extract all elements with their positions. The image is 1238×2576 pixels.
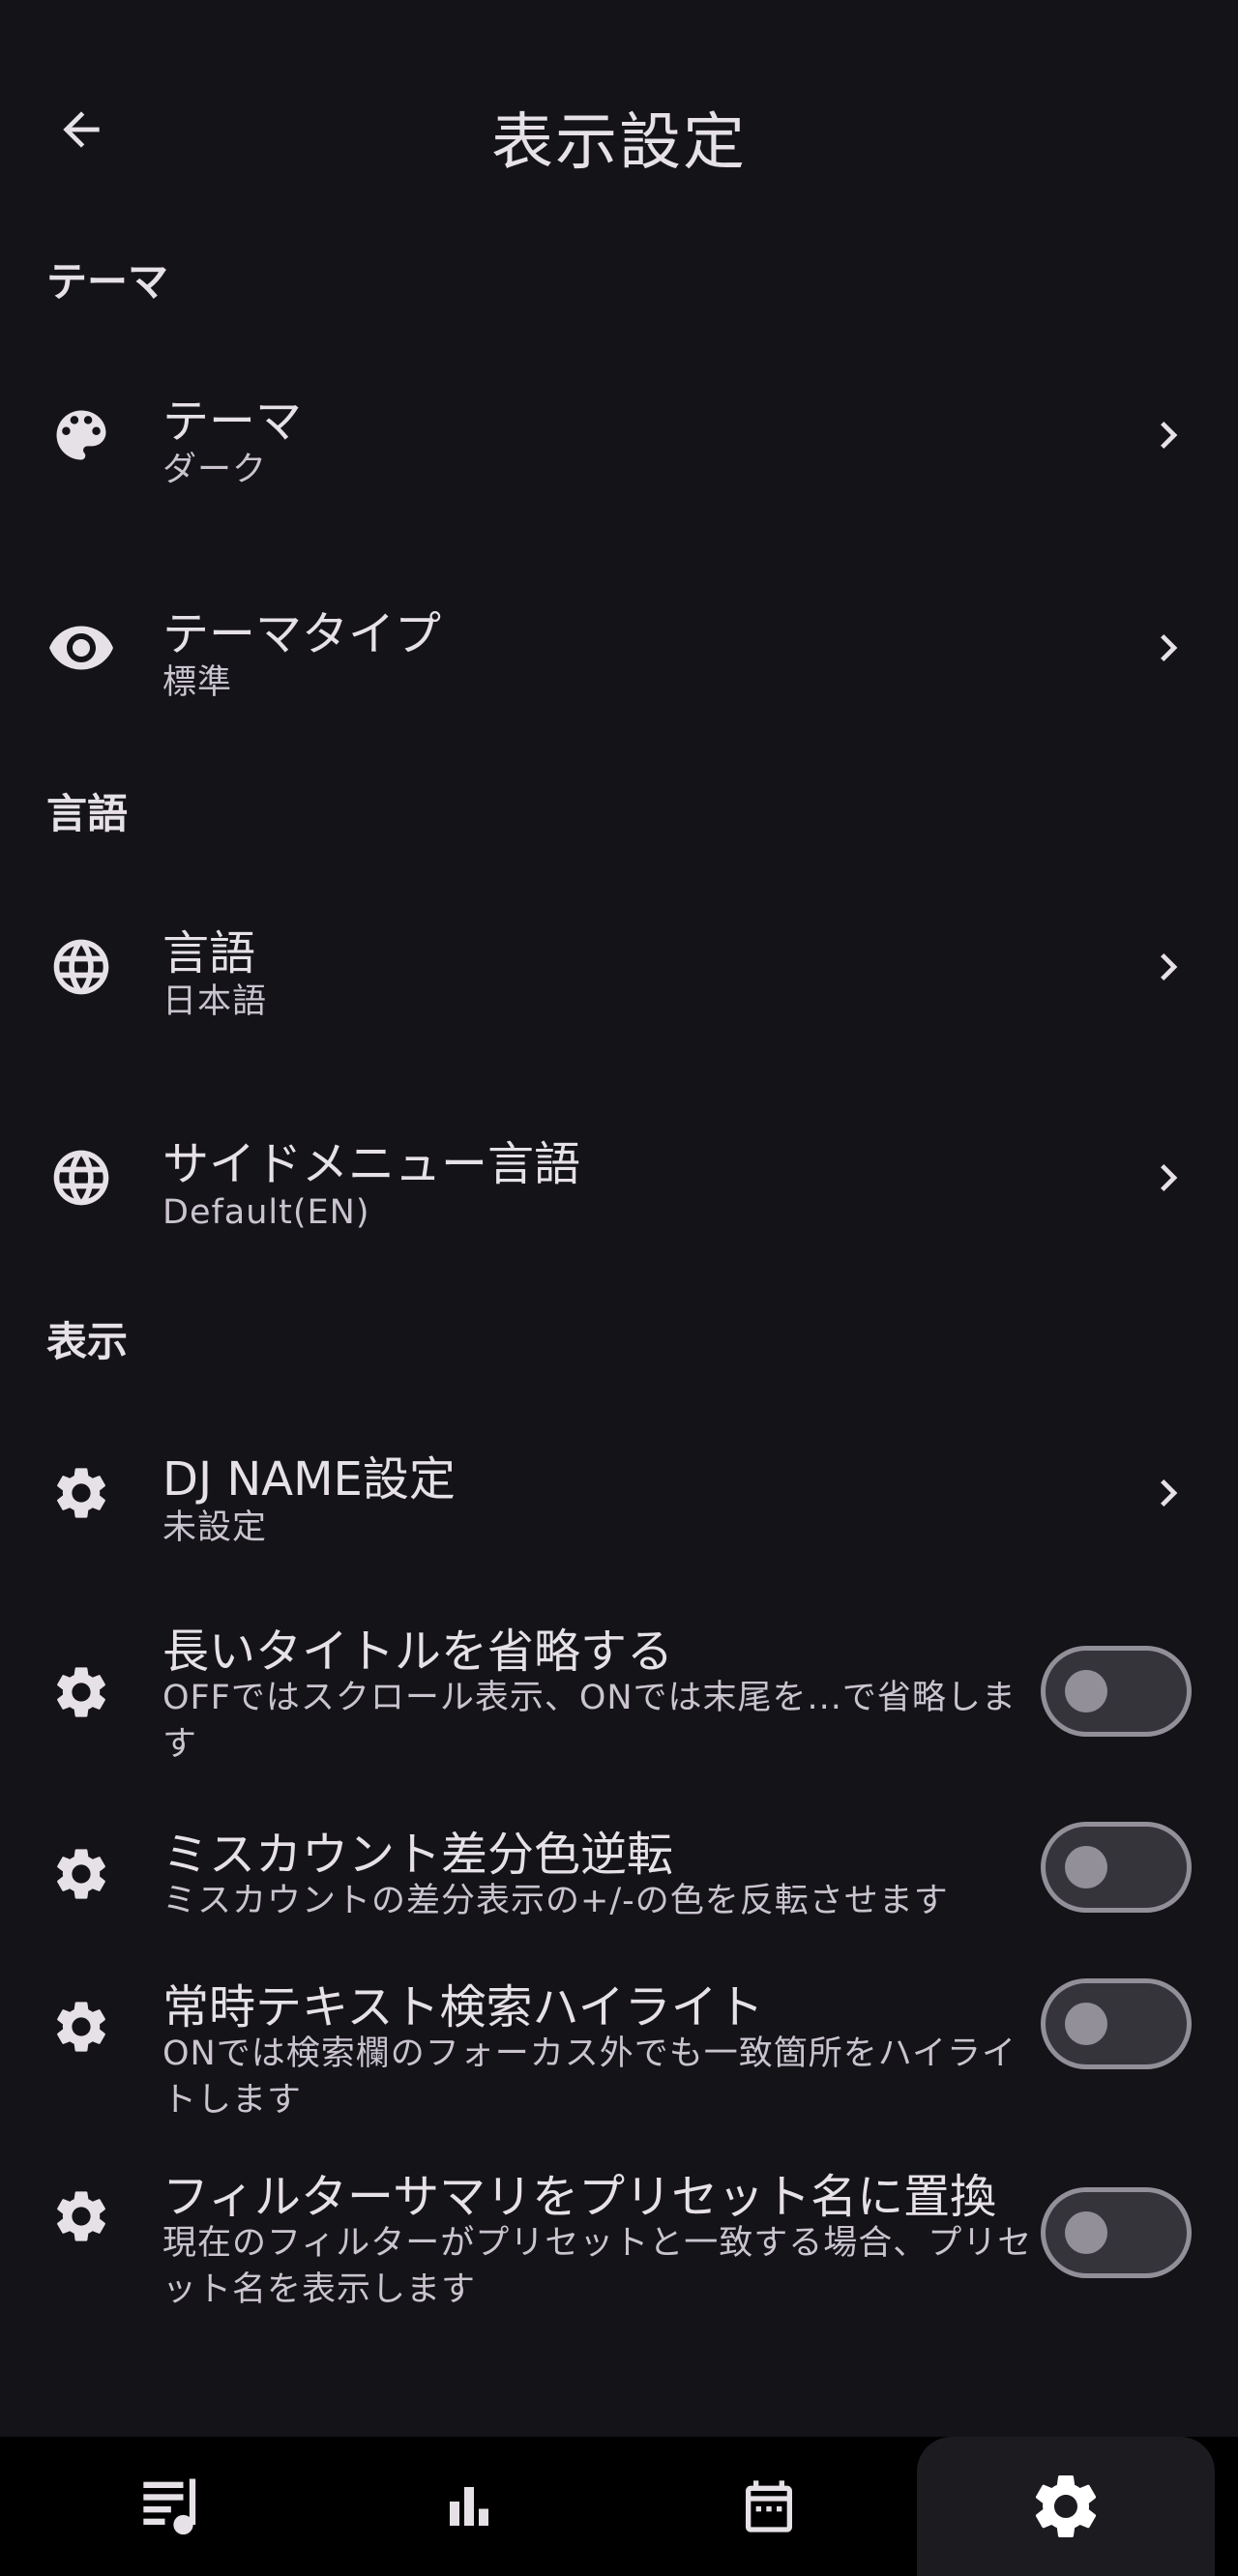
chevron-right-icon (1141, 940, 1195, 994)
gear-icon (1035, 2475, 1097, 2537)
setting-row-side-menu-language[interactable]: サイドメニュー言語 Default(EN) (0, 1110, 1238, 1245)
chevron-right-icon (1141, 408, 1195, 462)
toggle-knob (1065, 1670, 1107, 1712)
setting-title: 長いタイトルを省略する (162, 1625, 674, 1679)
setting-subtitle: ダーク (162, 451, 268, 489)
section-header-language: 言語 (46, 790, 129, 837)
gear-icon (46, 1839, 116, 1909)
nav-item-calendar[interactable] (672, 2437, 866, 2576)
app-bar: 表示設定 (0, 0, 1238, 261)
toggle-knob (1065, 2003, 1107, 2045)
section-header-theme: テーマ (46, 258, 169, 306)
setting-title: テーマ (162, 395, 303, 449)
search-highlight-toggle[interactable] (1041, 1978, 1192, 2069)
setting-subtitle: 現在のフィルターがプリセットと一致する場合、プリセット名を表示します (162, 2224, 1033, 2309)
gear-icon (46, 1657, 116, 1727)
setting-row-replace-filter-summary[interactable]: フィルターサマリをプリセット名に置換 現在のフィルターがプリセットと一致する場合… (0, 2152, 1238, 2327)
setting-row-dj-name[interactable]: DJ NAME設定 未設定 (0, 1425, 1238, 1561)
setting-row-always-highlight-search[interactable]: 常時テキスト検索ハイライト ONでは検索欄のフォーカス外でも一致箇所をハイライト… (0, 1963, 1238, 2137)
chevron-right-icon (1141, 1466, 1195, 1520)
filter-summary-preset-toggle[interactable] (1041, 2187, 1192, 2278)
toggle-knob (1065, 1846, 1107, 1888)
setting-subtitle: OFFではスクロール表示、ONでは末尾を...で省略します (162, 1679, 1017, 1764)
setting-title: 言語 (162, 926, 256, 981)
setting-subtitle: 日本語 (162, 982, 268, 1021)
bottom-navigation (0, 2437, 1238, 2576)
chevron-right-icon (1141, 621, 1195, 675)
setting-title: フィルターサマリをプリセット名に置換 (162, 2170, 997, 2224)
nav-item-stats[interactable] (372, 2437, 566, 2576)
setting-subtitle: ONでは検索欄のフォーカス外でも一致箇所をハイライトします (162, 2034, 1017, 2120)
setting-subtitle: ミスカウントの差分表示の+/-の色を反転させます (162, 1882, 949, 1920)
gear-icon (46, 1992, 116, 2062)
eye-icon (46, 613, 116, 683)
setting-subtitle: 標準 (162, 663, 233, 702)
toggle-knob (1065, 2211, 1107, 2254)
globe-icon (46, 1143, 116, 1213)
nav-item-music-list[interactable] (77, 2437, 271, 2576)
globe-icon (46, 932, 116, 1002)
setting-row-miss-count-color-invert[interactable]: ミスカウント差分色逆転 ミスカウントの差分表示の+/-の色を反転させます (0, 1810, 1238, 1946)
miss-count-invert-toggle[interactable] (1041, 1822, 1192, 1913)
setting-title: テーマタイプ (162, 607, 442, 661)
nav-item-settings[interactable] (917, 2437, 1215, 2576)
gear-icon (46, 1458, 116, 1528)
setting-row-theme-type[interactable]: テーマタイプ 標準 (0, 580, 1238, 716)
setting-row-ellipsize-long-titles[interactable]: 長いタイトルを省略する OFFではスクロール表示、ONでは末尾を...で省略しま… (0, 1605, 1238, 1779)
page-title: 表示設定 (491, 107, 747, 179)
ellipsize-toggle[interactable] (1041, 1646, 1192, 1737)
setting-title: サイドメニュー言語 (162, 1137, 581, 1191)
palette-icon (46, 400, 116, 470)
section-header-display: 表示 (46, 1318, 129, 1365)
gear-icon (46, 2181, 116, 2251)
setting-title: DJ NAME設定 (162, 1452, 456, 1507)
setting-subtitle: Default(EN) (162, 1193, 370, 1232)
setting-row-theme[interactable]: テーマ ダーク (0, 367, 1238, 503)
bar-chart-icon (450, 2487, 488, 2526)
setting-row-language[interactable]: 言語 日本語 (0, 899, 1238, 1035)
music-list-icon (143, 2478, 196, 2535)
setting-title: 常時テキスト検索ハイライト (162, 1980, 764, 2034)
chevron-right-icon (1141, 1151, 1195, 1205)
calendar-icon (746, 2480, 792, 2532)
setting-subtitle: 未設定 (162, 1508, 268, 1547)
setting-title: ミスカウント差分色逆転 (162, 1828, 674, 1882)
